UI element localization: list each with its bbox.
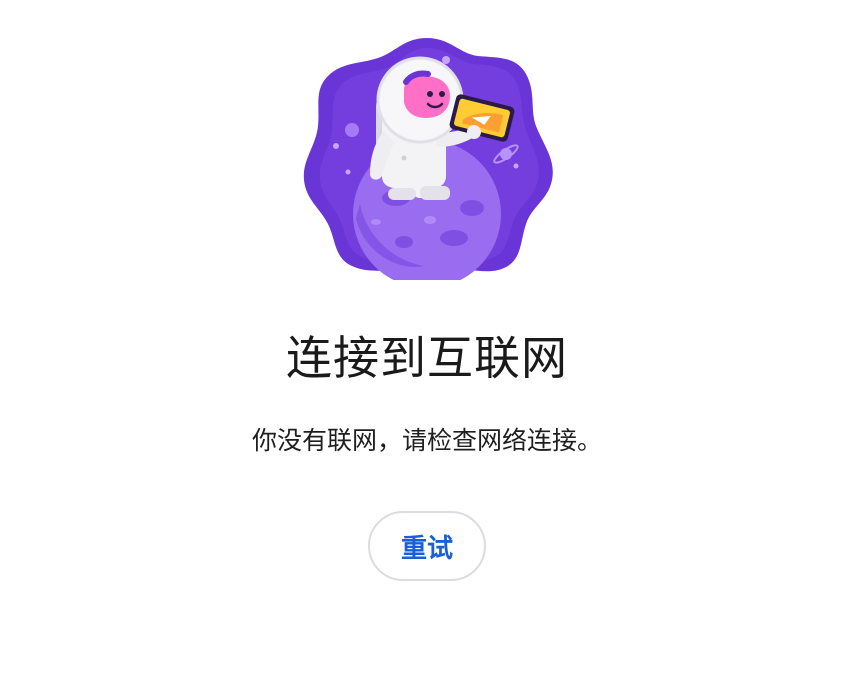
offline-page: 连接到互联网 你没有联网，请检查网络连接。 重试: [0, 0, 854, 700]
astronaut-illustration-icon: [303, 38, 553, 280]
page-title: 连接到互联网: [286, 331, 568, 385]
offline-message: 你没有联网，请检查网络连接。: [251, 426, 602, 455]
retry-button[interactable]: 重试: [368, 511, 486, 581]
